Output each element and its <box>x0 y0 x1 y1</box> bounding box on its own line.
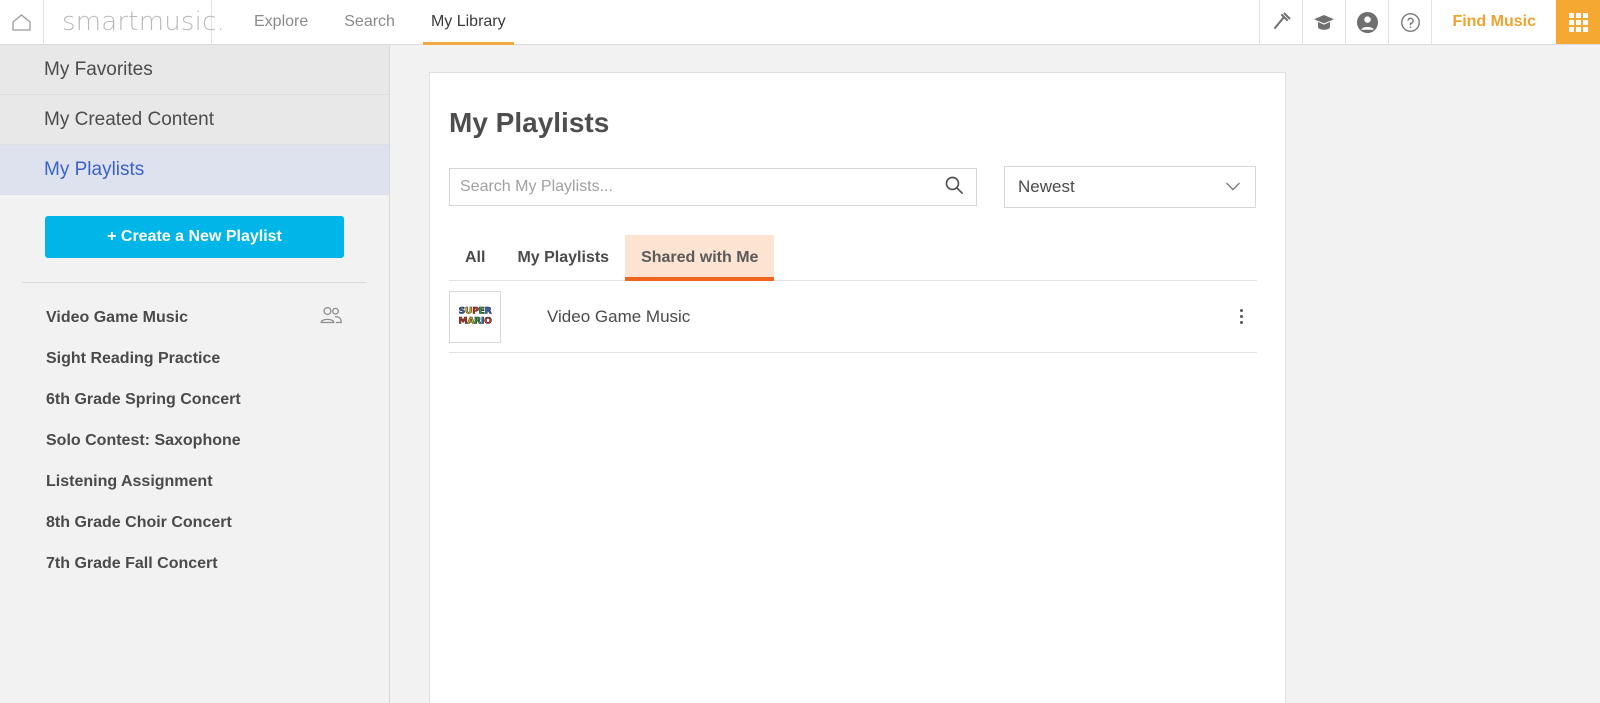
nav-link-my-library[interactable]: My Library <box>413 0 524 45</box>
help-circle-icon[interactable] <box>1388 0 1431 44</box>
account-circle-icon[interactable] <box>1345 0 1388 44</box>
app-grid-icon[interactable] <box>1556 0 1600 44</box>
nav-links: Explore Search My Library <box>212 0 1259 45</box>
tab-my-playlists[interactable]: My Playlists <box>501 235 625 280</box>
sidebar-playlist-label: 6th Grade Spring Concert <box>46 390 241 408</box>
list-item[interactable]: Listening Assignment <box>0 461 389 502</box>
playlist-thumbnail: SUPER MARIO <box>449 290 501 343</box>
sidebar-item-my-created-content[interactable]: My Created Content <box>0 95 389 145</box>
playlist-tabs: All My Playlists Shared with Me <box>449 235 1257 281</box>
sidebar-playlist-label: Listening Assignment <box>46 472 213 490</box>
kebab-menu-icon[interactable] <box>1240 309 1257 324</box>
list-item[interactable]: 7th Grade Fall Concert <box>0 543 389 584</box>
graduation-cap-icon[interactable] <box>1302 0 1345 44</box>
list-item[interactable]: Solo Contest: Saxophone <box>0 420 389 461</box>
sort-selected-value: Newest <box>1018 177 1075 196</box>
search-playlists-box[interactable] <box>449 168 977 206</box>
nav-icon-group <box>1259 0 1431 44</box>
create-new-playlist-button[interactable]: + Create a New Playlist <box>45 216 344 258</box>
find-music-link[interactable]: Find Music <box>1431 0 1556 44</box>
create-playlist-wrap: + Create a New Playlist <box>0 195 389 258</box>
nav-link-search[interactable]: Search <box>326 0 413 44</box>
tuning-fork-icon[interactable] <box>1259 0 1302 44</box>
list-item[interactable]: 8th Grade Choir Concert <box>0 502 389 543</box>
search-icon[interactable] <box>944 175 964 200</box>
home-icon[interactable] <box>0 0 44 44</box>
people-group-icon <box>319 306 343 329</box>
chevron-down-icon <box>1225 177 1241 197</box>
sidebar: My Favorites My Created Content My Playl… <box>0 45 390 703</box>
sidebar-playlist-list: Video Game Music Sight Reading Practice … <box>0 283 389 584</box>
super-mario-logo: SUPER MARIO <box>458 305 492 327</box>
playlist-controls: Newest <box>449 166 1257 208</box>
page-title: My Playlists <box>449 107 610 138</box>
sidebar-playlist-label: 7th Grade Fall Concert <box>46 554 218 572</box>
list-item[interactable]: Video Game Music <box>0 297 389 338</box>
table-row[interactable]: SUPER MARIO Video Game Music <box>449 281 1257 353</box>
sidebar-item-my-favorites[interactable]: My Favorites <box>0 45 389 95</box>
sidebar-playlist-label: Video Game Music <box>46 308 188 326</box>
sidebar-playlist-label: 8th Grade Choir Concert <box>46 513 232 531</box>
tab-all[interactable]: All <box>449 235 501 280</box>
sidebar-playlist-label: Sight Reading Practice <box>46 349 221 367</box>
list-item[interactable]: Sight Reading Practice <box>0 338 389 379</box>
sidebar-playlist-label: Solo Contest: Saxophone <box>46 431 241 449</box>
sort-select[interactable]: Newest <box>1004 166 1256 208</box>
top-navigation-bar: smartmusic. Explore Search My Library Fi… <box>0 0 1600 45</box>
nav-link-explore[interactable]: Explore <box>236 0 326 44</box>
content-panel: My Playlists Newest All <box>429 72 1286 703</box>
search-input[interactable] <box>460 178 944 196</box>
smartmusic-logo[interactable]: smartmusic. <box>44 0 225 44</box>
app-grid-glyph <box>1568 12 1588 32</box>
tab-shared-with-me[interactable]: Shared with Me <box>625 235 775 281</box>
mario-line-2: MARIO <box>458 316 492 327</box>
mario-line-1: SUPER <box>458 305 492 317</box>
content-inner: My Playlists Newest All <box>430 73 1285 353</box>
list-item[interactable]: 6th Grade Spring Concert <box>0 379 389 420</box>
sidebar-item-my-playlists[interactable]: My Playlists <box>0 145 389 195</box>
playlist-row-title: Video Game Music <box>547 306 691 326</box>
